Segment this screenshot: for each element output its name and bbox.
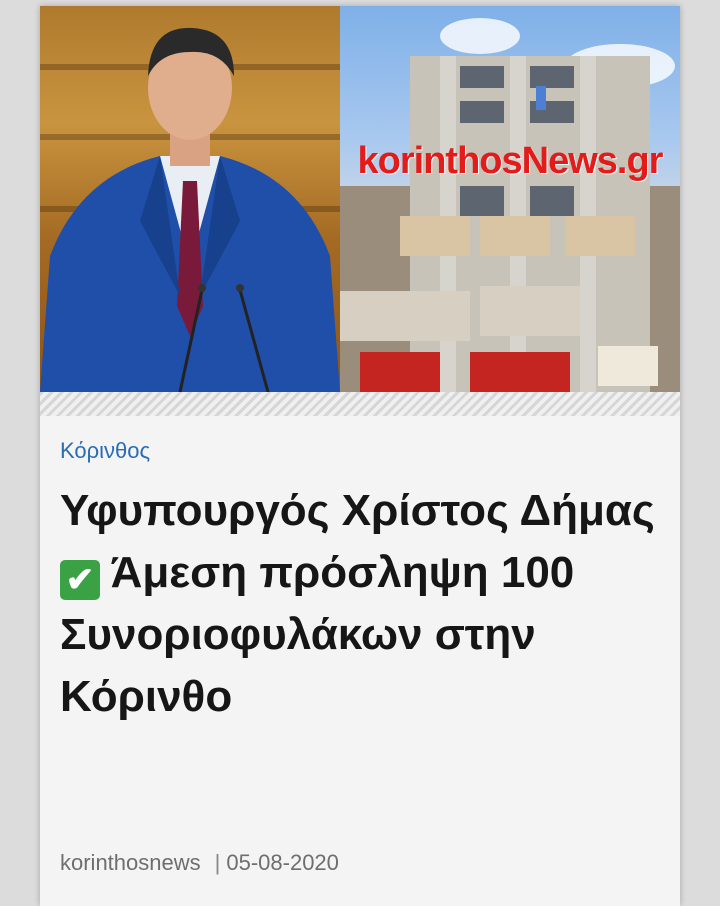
- check-mark-icon: ✔: [60, 560, 100, 600]
- politician-figure: [40, 27, 340, 392]
- image-divider: [40, 392, 680, 416]
- title-part-2: Άμεση πρόσληψη 100 Συνοριοφυλάκων στην Κ…: [60, 548, 575, 721]
- publish-date: 05-08-2020: [226, 850, 339, 875]
- article-meta: korinthosnews | 05-08-2020: [60, 850, 339, 876]
- politician-photo: [40, 6, 340, 392]
- building-photo: korinthosNews.gr: [340, 6, 680, 392]
- article-card[interactable]: korinthosNews.gr Κόρινθος Υφυπουργός Χρί…: [40, 6, 680, 906]
- author-name[interactable]: korinthosnews: [60, 850, 201, 875]
- building-illustration: [340, 18, 680, 392]
- category-link[interactable]: Κόρινθος: [60, 438, 150, 464]
- article-hero-image[interactable]: korinthosNews.gr: [40, 6, 680, 392]
- article-title[interactable]: Υφυπουργός Χρίστος Δήμας ✔ Άμεση πρόσληψ…: [60, 480, 660, 728]
- watermark-text: korinthosNews.gr: [357, 140, 664, 182]
- title-part-1: Υφυπουργός Χρίστος Δήμας: [60, 486, 655, 535]
- meta-separator: |: [214, 850, 221, 875]
